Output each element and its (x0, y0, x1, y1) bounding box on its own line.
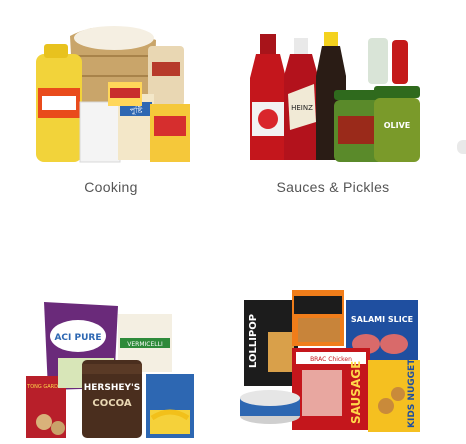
category-tile-cooking[interactable]: পুষ্টি Cooking (0, 0, 222, 210)
category-label-cooking: Cooking (84, 179, 138, 195)
aci-pure-text: ACI PURE (54, 333, 101, 343)
snacks-baking-image: ACI PURE VERMICELLI TONG GARDEN HERSHEY'… (26, 302, 194, 438)
cocoa-text: COCOA (92, 398, 131, 409)
category-tile-frozen[interactable]: LOLLIPOP SALAMI SLICE BRAC Chicken SAUSA… (222, 288, 444, 444)
sauces-pickles-image: HEINZ OLIVE (250, 32, 420, 162)
lollipop-text: LOLLIPOP (248, 314, 259, 368)
sausage-text: SAUSAGE (349, 361, 363, 424)
frozen-foods-image: LOLLIPOP SALAMI SLICE BRAC Chicken SAUSA… (240, 290, 420, 432)
next-tile-peek (457, 140, 466, 154)
hersheys-text: HERSHEY'S (84, 383, 141, 393)
pusti-pack-text: পুষ্টি (130, 106, 143, 115)
heinz-label-text: HEINZ (291, 104, 313, 112)
cooking-products-image: পুষ্টি (36, 26, 190, 163)
brac-chicken-text: BRAC Chicken (310, 356, 352, 363)
nuggets-text: KIDS NUGGETS (407, 352, 417, 428)
salami-text: SALAMI SLICE (351, 315, 413, 324)
olive-label-text: OLIVE (384, 121, 411, 130)
category-label-sauces-pickles: Sauces & Pickles (276, 179, 390, 195)
category-tile-snacks[interactable]: ACI PURE VERMICELLI TONG GARDEN HERSHEY'… (0, 290, 222, 444)
category-tile-sauces-pickles[interactable]: HEINZ OLIVE Sauces & Pickles (222, 0, 444, 210)
vermicelli-text: VERMICELLI (127, 341, 163, 348)
